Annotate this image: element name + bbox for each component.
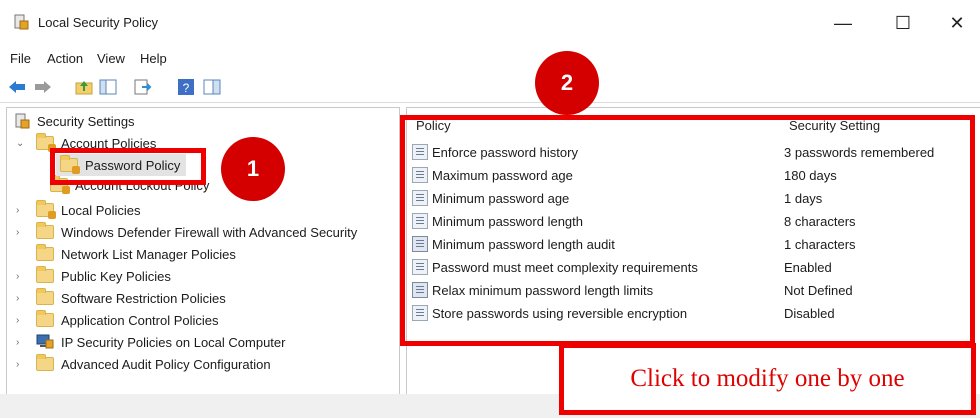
tree-item-local-policies[interactable]: › Local Policies xyxy=(16,199,141,221)
highlight-password-policy xyxy=(50,148,206,185)
menu-help[interactable]: Help xyxy=(140,51,167,66)
tree-label: Local Policies xyxy=(61,202,141,218)
tree-item-public-key-policies[interactable]: › Public Key Policies xyxy=(16,265,171,287)
console-tree-icon xyxy=(99,79,117,95)
menu-file[interactable]: File xyxy=(10,51,31,66)
show-hide-tree-button[interactable] xyxy=(99,78,117,96)
up-folder-icon xyxy=(75,81,93,95)
forward-button[interactable] xyxy=(34,78,52,96)
maximize-button[interactable]: ☐ xyxy=(880,8,926,38)
step-badge-1: 1 xyxy=(221,137,285,201)
local-security-policy-icon xyxy=(13,14,29,30)
chevron-right-icon[interactable]: › xyxy=(16,271,30,282)
tree-label: Windows Defender Firewall with Advanced … xyxy=(61,224,358,240)
folder-icon xyxy=(36,288,54,305)
maximize-icon: ☐ xyxy=(894,12,912,33)
chevron-right-icon[interactable]: › xyxy=(16,205,30,216)
toolbar: ? xyxy=(0,72,980,103)
chevron-right-icon[interactable]: › xyxy=(16,293,30,304)
minimize-button[interactable]: — xyxy=(820,8,866,38)
window-title: Local Security Policy xyxy=(38,15,158,30)
folder-icon xyxy=(36,354,54,371)
folder-icon xyxy=(36,266,54,283)
help-button[interactable]: ? xyxy=(177,78,195,96)
forward-arrow-icon xyxy=(35,81,51,93)
chevron-right-icon[interactable]: › xyxy=(16,359,30,370)
tree-item-windows-defender-firewall[interactable]: › Windows Defender Firewall with Advance… xyxy=(16,221,357,243)
tree-item-advanced-audit[interactable]: › Advanced Audit Policy Configuration xyxy=(16,353,271,375)
svg-text:?: ? xyxy=(183,81,190,95)
tree-item-software-restriction[interactable]: › Software Restriction Policies xyxy=(16,287,226,309)
menu-view[interactable]: View xyxy=(97,51,125,66)
chevron-right-icon[interactable]: › xyxy=(16,315,30,326)
close-icon: ✕ xyxy=(949,12,965,33)
folder-lock-icon xyxy=(36,200,56,219)
minimize-icon: — xyxy=(834,12,852,33)
properties-pane-icon xyxy=(203,79,221,95)
close-button[interactable]: ✕ xyxy=(934,8,980,38)
tree-item-security-settings[interactable]: Security Settings xyxy=(14,110,135,132)
tree-item-network-list-manager[interactable]: Network List Manager Policies xyxy=(16,243,236,265)
back-arrow-icon xyxy=(9,81,25,93)
instruction-note: Click to modify one by one xyxy=(559,343,976,415)
export-list-icon xyxy=(134,79,152,95)
help-icon: ? xyxy=(178,79,194,95)
back-button[interactable] xyxy=(8,78,26,96)
folder-icon xyxy=(36,222,54,239)
highlight-policy-list xyxy=(400,115,975,346)
tree-item-application-control[interactable]: › Application Control Policies xyxy=(16,309,219,331)
folder-icon xyxy=(36,310,54,327)
ip-security-icon xyxy=(36,333,54,352)
tree-item-ip-security-policies[interactable]: › IP Security Policies on Local Computer xyxy=(16,331,285,353)
tree-label: Public Key Policies xyxy=(61,268,171,284)
up-folder-button[interactable] xyxy=(75,78,93,96)
tree-label: Advanced Audit Policy Configuration xyxy=(61,356,271,372)
security-settings-icon xyxy=(15,113,30,129)
menu-action[interactable]: Action xyxy=(47,51,83,66)
tree-label: Application Control Policies xyxy=(61,312,219,328)
tree-label: Software Restriction Policies xyxy=(61,290,226,306)
chevron-down-icon[interactable]: ⌄ xyxy=(16,138,30,149)
menu-bar: File Action View Help xyxy=(0,44,980,70)
title-bar: Local Security Policy — ☐ ✕ xyxy=(0,0,980,44)
chevron-right-icon[interactable]: › xyxy=(16,227,30,238)
step-badge-2: 2 xyxy=(535,51,599,115)
tree-label: IP Security Policies on Local Computer xyxy=(61,334,286,350)
tree-label: Security Settings xyxy=(37,113,135,129)
chevron-right-icon[interactable]: › xyxy=(16,337,30,348)
folder-icon xyxy=(36,244,54,261)
export-list-button[interactable] xyxy=(134,78,152,96)
tree-label: Network List Manager Policies xyxy=(61,246,236,262)
properties-pane-button[interactable] xyxy=(203,78,221,96)
